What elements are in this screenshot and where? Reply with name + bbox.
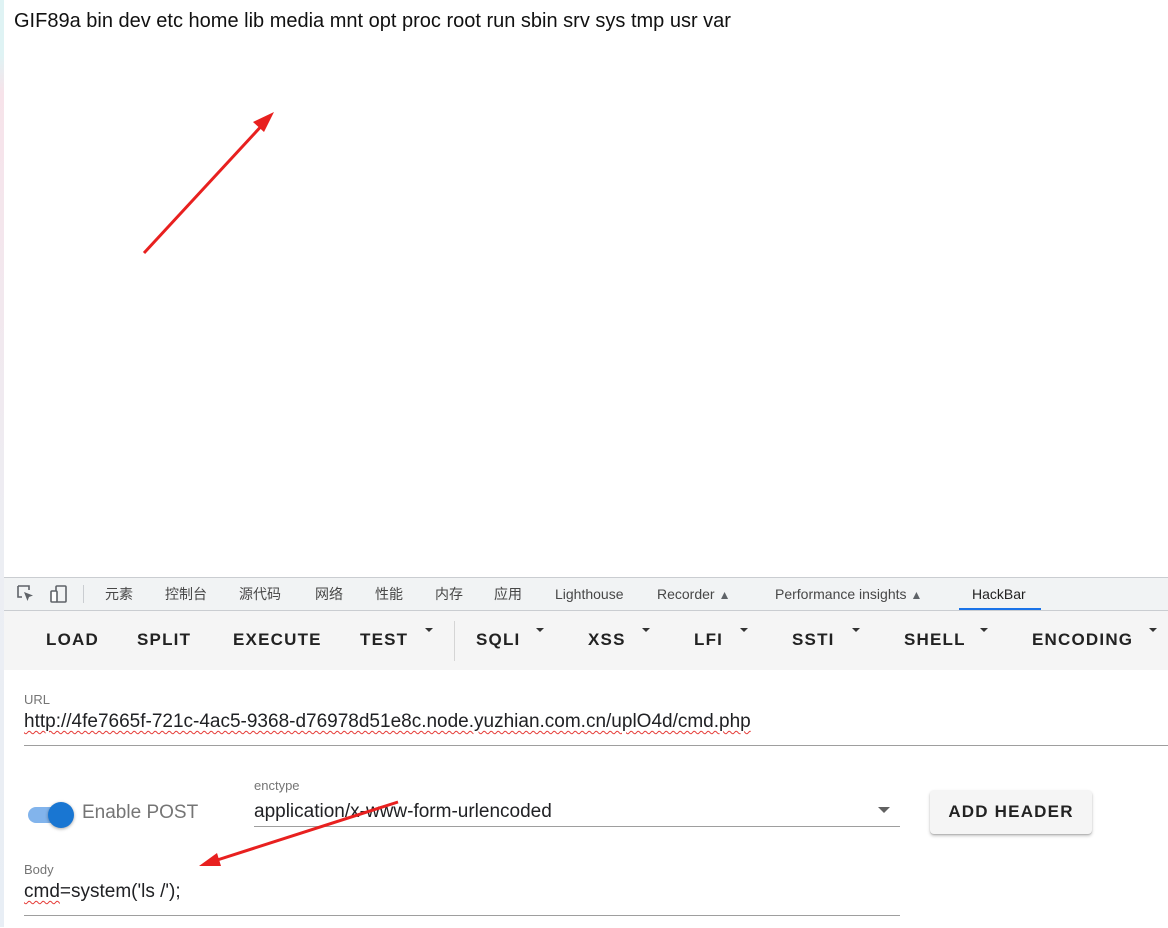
ssti-menu-button[interactable]: SSTI (792, 622, 835, 658)
tab-application[interactable]: 应用 (494, 578, 522, 610)
inspect-element-icon[interactable] (16, 584, 36, 604)
execute-button[interactable]: EXECUTE (233, 622, 322, 658)
tab-memory[interactable]: 内存 (435, 578, 463, 610)
sqli-menu-button[interactable]: SQLI (476, 622, 520, 658)
encoding-menu-button[interactable]: ENCODING (1032, 622, 1133, 658)
device-toolbar-icon[interactable] (49, 584, 69, 604)
url-input-underline (24, 745, 1168, 746)
chevron-down-icon[interactable] (536, 628, 544, 632)
toolbar-divider (454, 621, 455, 661)
enctype-select-underline (254, 826, 900, 827)
toolbar-divider (83, 585, 84, 603)
body-rest-segment: =system('ls /'); (59, 881, 181, 902)
chevron-down-icon[interactable] (425, 628, 433, 632)
xss-menu-button[interactable]: XSS (588, 622, 626, 658)
devtools-tab-bar: 元素 控制台 源代码 网络 性能 内存 应用 Lighthouse Record… (4, 578, 1168, 611)
add-header-button[interactable]: ADD HEADER (930, 790, 1092, 834)
chevron-down-icon[interactable] (852, 628, 860, 632)
tab-console[interactable]: 控制台 (165, 578, 207, 610)
toggle-thumb (48, 802, 74, 828)
chevron-down-icon[interactable] (1149, 628, 1157, 632)
body-textarea-underline (24, 915, 900, 916)
enable-post-label: Enable POST (82, 802, 199, 823)
shell-menu-button[interactable]: SHELL (904, 622, 966, 658)
tab-recorder[interactable]: Recorder ▲ (657, 578, 730, 610)
tab-performance[interactable]: 性能 (375, 578, 403, 610)
tab-network[interactable]: 网络 (315, 578, 343, 610)
annotation-arrow-up (142, 112, 274, 255)
tab-hackbar[interactable]: HackBar (959, 578, 1041, 610)
chevron-down-icon[interactable] (980, 628, 988, 632)
flask-icon: ▲ (910, 588, 923, 602)
flask-icon: ▲ (718, 588, 731, 602)
body-spellcheck-segment: cmd (24, 881, 60, 902)
test-menu-button[interactable]: TEST (360, 622, 408, 658)
url-field-label: URL (24, 692, 51, 707)
active-tab-indicator (959, 608, 1041, 610)
dropdown-arrow-icon[interactable] (878, 807, 890, 813)
url-input[interactable]: http://4fe7665f-721c-4ac5-9368-d76978d51… (24, 711, 751, 733)
tab-sources[interactable]: 源代码 (239, 578, 281, 610)
tab-performance-insights[interactable]: Performance insights ▲ (775, 578, 922, 610)
tab-performance-insights-label: Performance insights (775, 586, 907, 602)
tab-recorder-label: Recorder (657, 586, 715, 602)
enable-post-toggle[interactable] (26, 800, 78, 830)
body-field-label: Body (24, 862, 54, 877)
load-button[interactable]: LOAD (46, 622, 99, 658)
body-textarea[interactable]: cmd=system('ls /'); (24, 881, 181, 903)
hackbar-toolbar: LOAD SPLIT EXECUTE TEST SQLI XSS LFI SST… (4, 611, 1168, 670)
command-output-text: GIF89a bin dev etc home lib media mnt op… (14, 10, 731, 32)
split-button[interactable]: SPLIT (137, 622, 191, 658)
tab-lighthouse[interactable]: Lighthouse (555, 578, 624, 610)
tab-hackbar-label: HackBar (972, 586, 1026, 602)
chevron-down-icon[interactable] (642, 628, 650, 632)
enctype-select[interactable]: application/x-www-form-urlencoded (254, 801, 552, 823)
devtools-panel: 元素 控制台 源代码 网络 性能 内存 应用 Lighthouse Record… (4, 577, 1168, 928)
lfi-menu-button[interactable]: LFI (694, 622, 723, 658)
enctype-label: enctype (254, 778, 300, 793)
chevron-down-icon[interactable] (740, 628, 748, 632)
tab-elements[interactable]: 元素 (105, 578, 133, 610)
